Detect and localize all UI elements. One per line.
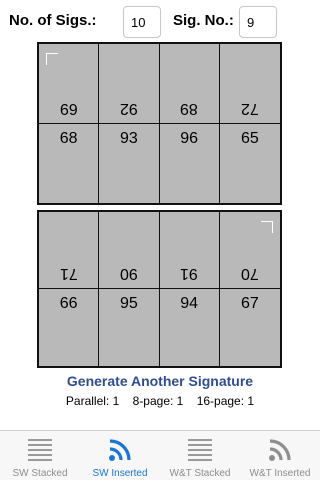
- page-cell: 95: [99, 289, 160, 366]
- page-cell: 91: [159, 212, 220, 289]
- page-cell: 65: [220, 124, 280, 204]
- page-cell: 90: [99, 212, 160, 289]
- tab-wt-inserted[interactable]: W&T Inserted: [240, 431, 320, 480]
- page-number: 71: [59, 265, 78, 282]
- page-cell: 92: [99, 44, 160, 124]
- imposition-sheet-top: 69 92 89 72 68 93 96 65: [37, 42, 282, 205]
- page-cell: 67: [220, 289, 280, 366]
- page-number: 92: [119, 99, 138, 117]
- generate-signature-button[interactable]: Generate Another Signature: [0, 373, 320, 389]
- feed-icon: [269, 439, 291, 461]
- page-cell: 68: [39, 123, 100, 203]
- signature-counts: Parallel: 1 8-page: 1 16-page: 1: [0, 394, 320, 408]
- page-number: 91: [180, 265, 199, 282]
- page-number: 96: [180, 129, 199, 147]
- num-sigs-input[interactable]: [123, 6, 161, 38]
- header: No. of Sigs.: Sig. No.:: [0, 0, 320, 44]
- sig-no-label: Sig. No.:: [173, 12, 234, 29]
- feed-icon: [109, 439, 131, 461]
- page-cell: 94: [160, 289, 220, 366]
- page-number: 66: [59, 295, 78, 312]
- corner-mark-icon: [261, 221, 273, 233]
- tab-sw-inserted[interactable]: SW Inserted: [80, 431, 160, 480]
- page-cell: 89: [159, 44, 220, 124]
- tab-label: W&T Stacked: [169, 468, 231, 479]
- page-number: 95: [119, 295, 138, 312]
- tab-sw-stacked[interactable]: SW Stacked: [0, 431, 80, 480]
- page-number: 65: [240, 129, 259, 147]
- sixteen-page-count: 16-page: 1: [196, 394, 255, 408]
- page-number: 89: [180, 99, 199, 117]
- stack-icon: [28, 439, 52, 461]
- tab-bar: SW Stacked SW Inserted W&T Stacked W&T I…: [0, 430, 320, 480]
- page-number: 67: [240, 295, 259, 312]
- tab-wt-stacked[interactable]: W&T Stacked: [160, 431, 240, 480]
- tab-label: SW Stacked: [12, 468, 68, 479]
- tab-label: W&T Inserted: [249, 468, 311, 479]
- page-number: 69: [59, 99, 78, 117]
- page-cell: 66: [39, 289, 100, 366]
- stack-icon: [188, 439, 212, 461]
- corner-mark-icon: [46, 53, 58, 65]
- num-sigs-label: No. of Sigs.:: [9, 12, 97, 29]
- eight-page-count: 8-page: 1: [132, 394, 184, 408]
- page-number: 90: [119, 265, 138, 282]
- page-cell: 96: [160, 123, 220, 203]
- page-cell: 93: [99, 123, 160, 203]
- sig-no-input[interactable]: [239, 6, 277, 38]
- page-number: 68: [59, 129, 78, 147]
- page-number: 70: [240, 265, 259, 282]
- page-number: 93: [119, 129, 138, 147]
- page-cell: 72: [219, 44, 280, 124]
- tab-label: SW Inserted: [92, 468, 148, 479]
- parallel-count: Parallel: 1: [65, 394, 120, 408]
- imposition-sheet-bottom: 71 90 91 70 66 95 94 67: [37, 210, 282, 368]
- page-cell: 70: [219, 212, 280, 289]
- page-number: 94: [180, 295, 199, 312]
- page-cell: 69: [39, 44, 100, 124]
- page-number: 72: [240, 99, 259, 117]
- page-cell: 71: [39, 212, 100, 289]
